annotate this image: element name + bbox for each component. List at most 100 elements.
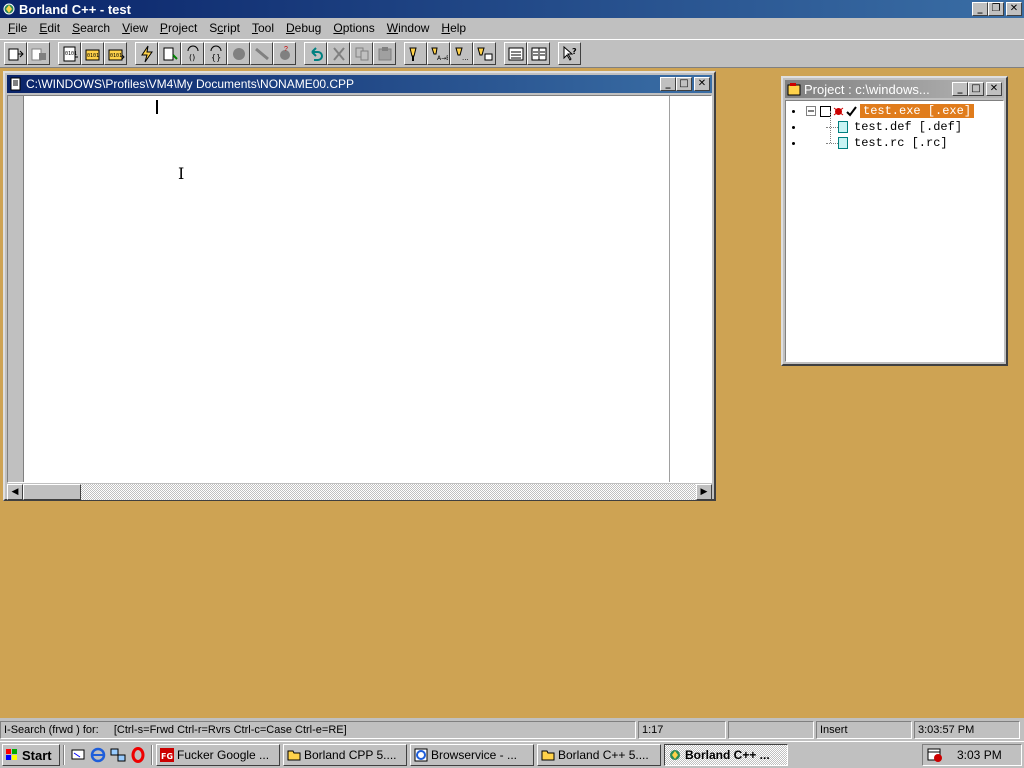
trace-icon: () [187, 45, 198, 62]
status-bar: I-Search (frwd ) for: [Ctrl-s=Frwd Ctrl-… [0, 721, 1024, 740]
breakpoint-icon [232, 47, 245, 60]
collapse-icon[interactable] [806, 106, 816, 116]
project-maximize-button[interactable]: □ [968, 82, 984, 96]
context-help-button[interactable]: ? [558, 42, 581, 65]
quicklaunch-ie[interactable] [88, 744, 108, 766]
make-button[interactable]: 0101 [81, 42, 104, 65]
compile-button[interactable]: 0101 [58, 42, 81, 65]
tree-node-label: test.rc [.rc] [854, 136, 948, 150]
breakpoint-button[interactable] [227, 42, 250, 65]
task-button-borland-ide[interactable]: Borland C++ ... [664, 744, 788, 766]
menu-bar: File Edit Search View Project Script Too… [0, 18, 1024, 38]
scheduler-icon[interactable] [927, 747, 943, 763]
menu-file[interactable]: File [2, 20, 33, 36]
editor-title-bar[interactable]: C:\WINDOWS\Profiles\VM4\My Documents\NON… [7, 75, 712, 93]
editor-title: C:\WINDOWS\Profiles\VM4\My Documents\NON… [26, 77, 355, 91]
open-file-icon [8, 48, 24, 60]
task-button-borland-cpp5-folder[interactable]: Borland C++ 5.... [537, 744, 661, 766]
editor-maximize-button[interactable]: □ [676, 77, 692, 91]
file-icon [838, 137, 848, 149]
paste-button[interactable] [373, 42, 396, 65]
project-title-bar[interactable]: Project : c:\windows... _ □ ✕ [785, 80, 1004, 98]
document-icon [10, 77, 21, 91]
scroll-right-button[interactable]: ▶ [696, 484, 712, 500]
editor-right-margin [669, 96, 670, 482]
project-view-button[interactable] [504, 42, 527, 65]
svg-text:?: ? [284, 46, 288, 53]
folder-binary-icon: 0101 [85, 49, 99, 60]
replace-button[interactable]: A→B [427, 42, 450, 65]
run-button[interactable] [135, 42, 158, 65]
search-button[interactable] [404, 42, 427, 65]
project-minimize-button[interactable]: _ [952, 82, 968, 96]
opera-icon [131, 747, 145, 763]
app-restore-button[interactable]: ❐ [988, 2, 1004, 16]
replace-icon: A→B [430, 47, 448, 62]
editor-minimize-button[interactable]: _ [660, 77, 676, 91]
build-all-button[interactable]: 0101 [104, 42, 127, 65]
app-minimize-button[interactable]: _ [972, 2, 988, 16]
flashlight-icon [408, 47, 417, 61]
cut-button[interactable] [327, 42, 350, 65]
copy-button[interactable] [350, 42, 373, 65]
menu-edit[interactable]: Edit [33, 20, 66, 36]
menu-project[interactable]: Project [154, 20, 203, 36]
paste-icon [378, 46, 391, 60]
fg-app-icon: FG [160, 748, 174, 762]
menu-tool[interactable]: Tool [246, 20, 280, 36]
start-button[interactable]: Start [2, 744, 60, 766]
mdi-workspace: C:\WINDOWS\Profiles\VM4\My Documents\NON… [0, 68, 1024, 718]
checkmark-icon [846, 105, 857, 117]
svg-text:0101: 0101 [65, 51, 77, 57]
file-icon [838, 121, 848, 133]
message-view-button[interactable] [527, 42, 550, 65]
borland-app-icon[interactable] [2, 2, 16, 16]
save-file-button[interactable] [27, 42, 50, 65]
statement-button[interactable]: {} [204, 42, 227, 65]
app-title: Borland C++ - test [19, 1, 131, 17]
browse-icon [476, 47, 492, 60]
step-over-button[interactable] [158, 42, 181, 65]
menu-script[interactable]: Script [203, 20, 246, 36]
task-button-borland-cpp-folder[interactable]: Borland CPP 5.... [283, 744, 407, 766]
reset-button[interactable]: ? [273, 42, 296, 65]
menu-view[interactable]: View [116, 20, 154, 36]
menu-options[interactable]: Options [327, 20, 380, 36]
svg-text:(): () [189, 53, 195, 62]
menu-help[interactable]: Help [435, 20, 472, 36]
scroll-left-button[interactable]: ◀ [7, 484, 23, 500]
tree-node-test-def[interactable]: test.def [.def] [786, 119, 1001, 135]
tray-clock[interactable]: 3:03 PM [957, 748, 1002, 762]
quicklaunch-opera[interactable] [128, 744, 148, 766]
trace-into-button[interactable]: () [181, 42, 204, 65]
editor-close-button[interactable]: ✕ [694, 77, 710, 91]
taskbar: Start FG Fucker Google ... Borland CPP 5… [0, 741, 1024, 768]
editor-horizontal-scrollbar[interactable]: ◀ ▶ [7, 484, 712, 500]
network-icon [110, 748, 126, 762]
browse-symbol-button[interactable] [473, 42, 496, 65]
ie-page-icon [414, 748, 428, 762]
tree-node-test-rc[interactable]: test.rc [.rc] [786, 135, 1001, 151]
tree-node-label: test.def [.def] [854, 120, 963, 134]
search-again-button[interactable]: ... [450, 42, 473, 65]
app-title-bar[interactable]: Borland C++ - test _ ❐ ✕ [0, 0, 1024, 18]
scroll-thumb[interactable] [23, 484, 81, 500]
pause-button[interactable] [250, 42, 273, 65]
editor-window: C:\WINDOWS\Profiles\VM4\My Documents\NON… [3, 71, 716, 501]
task-button-google[interactable]: FG Fucker Google ... [156, 744, 280, 766]
project-tree: test.exe [.exe] test.def [.def] test.rc … [785, 100, 1004, 362]
code-editor[interactable]: I [7, 95, 712, 483]
status-insert-mode: Insert [816, 721, 912, 739]
undo-button[interactable] [304, 42, 327, 65]
binary-file-icon: 0101 [63, 46, 78, 61]
project-close-button[interactable]: ✕ [986, 82, 1002, 96]
app-close-button[interactable]: ✕ [1006, 2, 1022, 16]
quicklaunch-network[interactable] [108, 744, 128, 766]
menu-debug[interactable]: Debug [280, 20, 327, 36]
menu-search[interactable]: Search [66, 20, 116, 36]
task-button-browservice[interactable]: Browservice - ... [410, 744, 534, 766]
open-file-button[interactable] [4, 42, 27, 65]
menu-window[interactable]: Window [381, 20, 436, 36]
tree-node-test-exe[interactable]: test.exe [.exe] [786, 103, 1001, 119]
quicklaunch-desktop[interactable] [68, 744, 88, 766]
